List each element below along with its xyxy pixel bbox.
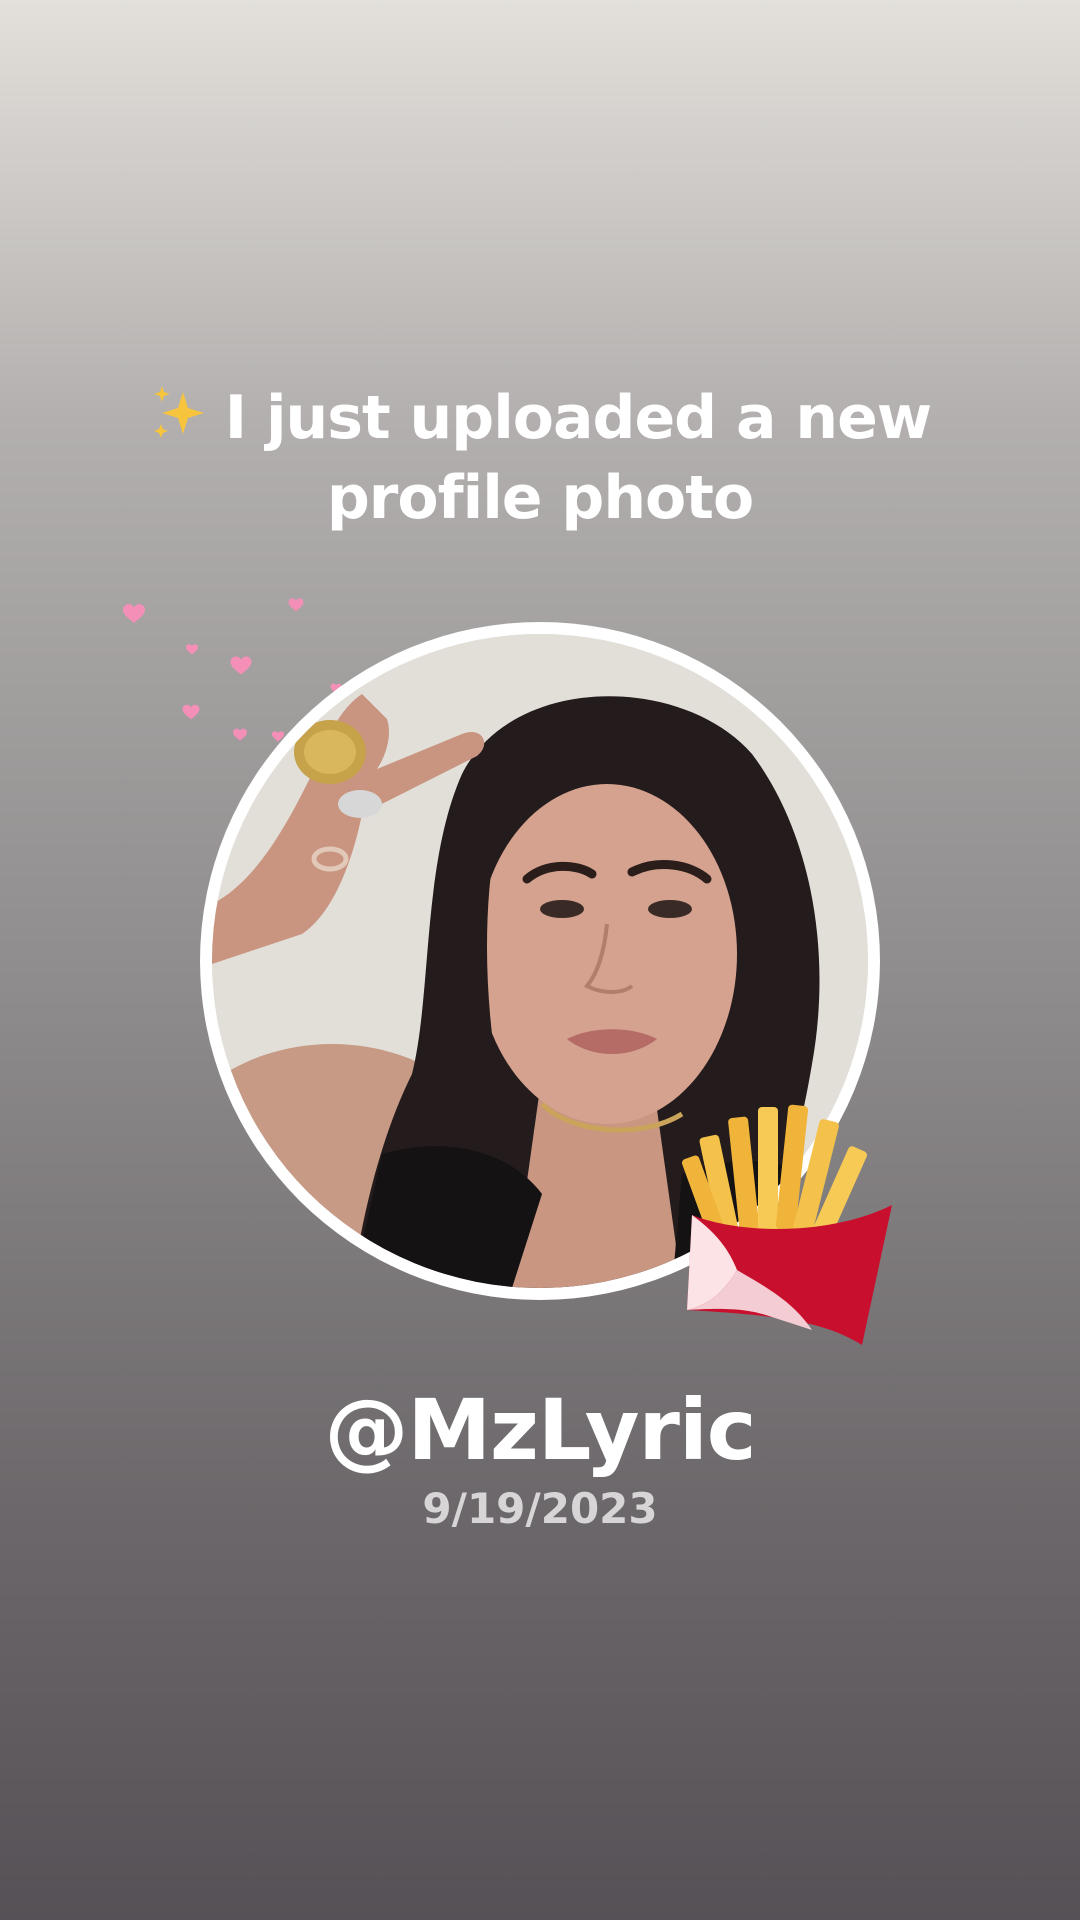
sparkles-icon [153,386,204,438]
post-date: 9/19/2023 [422,1484,658,1533]
french-fries-icon [682,1104,892,1345]
username: @MzLyric [324,1381,756,1479]
headline-line-2: profile photo [326,463,754,533]
announcement-headline: I just uploaded a new profile photo [0,378,1080,538]
headline-line-1: I just uploaded a new [224,383,932,453]
